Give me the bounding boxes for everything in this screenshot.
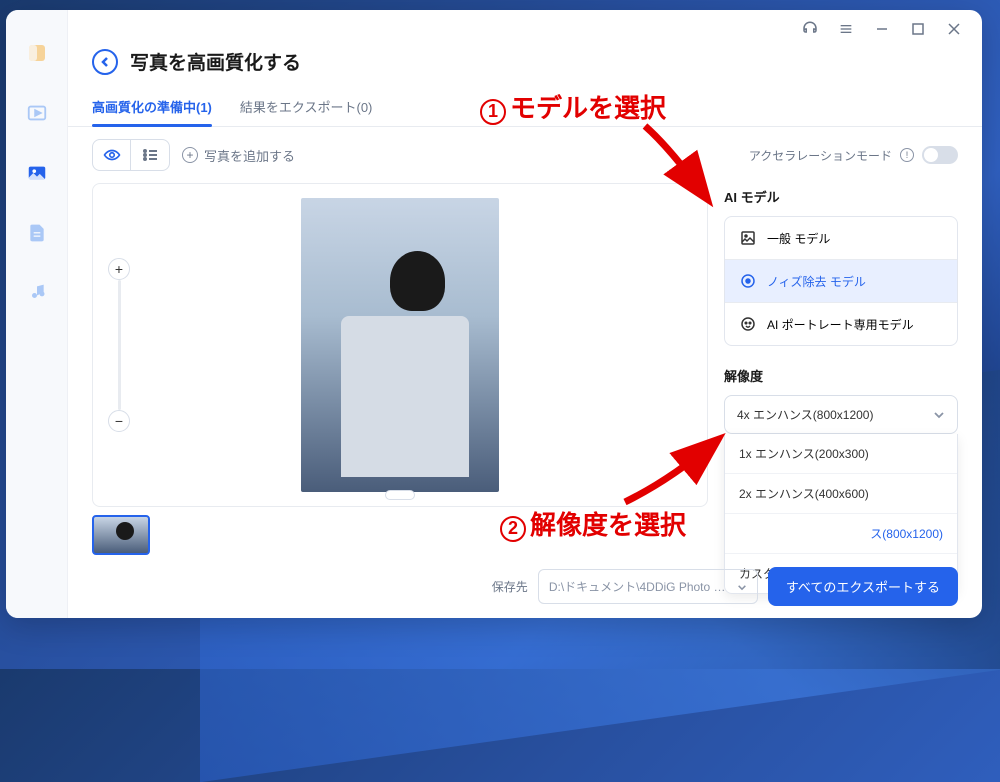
- model-label: 一般 モデル: [767, 230, 830, 247]
- preview-area: + −: [92, 183, 708, 507]
- preview-drag-handle[interactable]: [385, 490, 415, 500]
- denoise-icon: [739, 272, 757, 290]
- main-content: 写真を高画質化する 高画質化の準備中(1) 結果をエクスポート(0) + 写真を…: [68, 10, 982, 618]
- minimize-icon[interactable]: [872, 19, 892, 39]
- sidebar-item-photo[interactable]: [24, 160, 50, 186]
- titlebar: [68, 10, 982, 48]
- thumbnail-strip: [68, 507, 982, 555]
- content: + − AI モデル 一般 モデル ノィズ除去 モデル: [68, 183, 982, 507]
- portrait-icon: [739, 315, 757, 333]
- tab-export-results[interactable]: 結果をエクスポート(0): [240, 87, 373, 126]
- zoom-out-button[interactable]: −: [108, 410, 130, 432]
- toolbar: + 写真を追加する アクセラレーションモード !: [68, 127, 982, 183]
- model-item-denoise[interactable]: ノィズ除去 モデル: [725, 260, 957, 303]
- zoom-slider[interactable]: [118, 280, 121, 410]
- back-button[interactable]: [92, 49, 118, 75]
- sidebar-item-audio[interactable]: [24, 280, 50, 306]
- maximize-icon[interactable]: [908, 19, 928, 39]
- model-item-portrait[interactable]: AI ポートレート専用モデル: [725, 303, 957, 345]
- acceleration-mode: アクセラレーションモード !: [749, 146, 958, 164]
- zoom-in-button[interactable]: +: [108, 258, 130, 280]
- save-to-label: 保存先: [492, 578, 528, 595]
- model-label: AI ポートレート専用モデル: [767, 316, 914, 333]
- chevron-down-icon: [737, 580, 747, 594]
- settings-panel: AI モデル 一般 モデル ノィズ除去 モデル AI ポートレート専用モデル: [724, 183, 958, 507]
- export-all-button[interactable]: すべてのエクスポートする: [768, 567, 958, 606]
- view-grid-button[interactable]: [93, 140, 131, 170]
- footer: 保存先 D:\ドキュメント\4DDiG Photo Enh... すべてのエクス…: [68, 555, 982, 618]
- sidebar-item-document[interactable]: [24, 220, 50, 246]
- image-icon: [739, 229, 757, 247]
- app-window: 写真を高画質化する 高画質化の準備中(1) 結果をエクスポート(0) + 写真を…: [6, 10, 982, 618]
- chevron-down-icon: [933, 408, 945, 422]
- thumbnail-1[interactable]: [92, 515, 150, 555]
- page-title: 写真を高画質化する: [130, 48, 301, 75]
- close-icon[interactable]: [944, 19, 964, 39]
- zoom-control: + −: [107, 258, 131, 432]
- plus-icon: +: [182, 147, 198, 163]
- add-photo-label: 写真を追加する: [204, 146, 295, 165]
- resolution-title: 解像度: [724, 366, 958, 385]
- view-list-button[interactable]: [131, 140, 169, 170]
- view-toggle: [92, 139, 170, 171]
- model-label: ノィズ除去 モデル: [767, 273, 866, 290]
- sidebar-item-home[interactable]: [24, 40, 50, 66]
- sidebar: [6, 10, 68, 618]
- accel-toggle[interactable]: [922, 146, 958, 164]
- headset-icon[interactable]: [800, 19, 820, 39]
- tab-preparing[interactable]: 高画質化の準備中(1): [92, 87, 212, 126]
- header: 写真を高画質化する: [68, 48, 982, 87]
- preview-image[interactable]: [301, 198, 499, 492]
- sidebar-item-video[interactable]: [24, 100, 50, 126]
- accel-label: アクセラレーションモード: [749, 147, 892, 164]
- info-icon[interactable]: !: [900, 148, 914, 162]
- save-path-select[interactable]: D:\ドキュメント\4DDiG Photo Enh...: [538, 569, 758, 604]
- menu-icon[interactable]: [836, 19, 856, 39]
- add-photo-button[interactable]: + 写真を追加する: [182, 146, 295, 165]
- model-item-general[interactable]: 一般 モデル: [725, 217, 957, 260]
- save-path-text: D:\ドキュメント\4DDiG Photo Enh...: [549, 578, 729, 595]
- resolution-option-1x[interactable]: 1x エンハンス(200x300): [725, 434, 957, 474]
- resolution-selected: 4x エンハンス(800x1200): [737, 406, 873, 423]
- ai-model-title: AI モデル: [724, 187, 958, 206]
- tabs: 高画質化の準備中(1) 結果をエクスポート(0): [68, 87, 982, 127]
- model-list: 一般 モデル ノィズ除去 モデル AI ポートレート専用モデル: [724, 216, 958, 346]
- resolution-select[interactable]: 4x エンハンス(800x1200): [724, 395, 958, 434]
